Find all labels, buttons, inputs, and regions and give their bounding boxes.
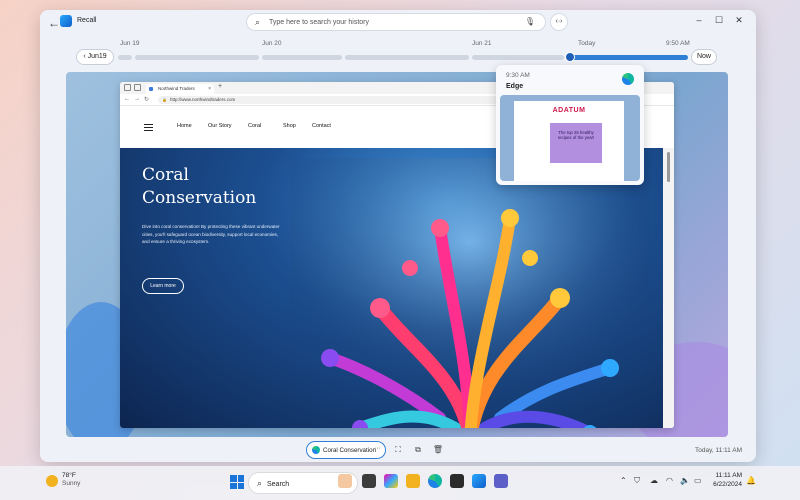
timeline-segment[interactable] <box>345 55 469 60</box>
taskbar-search-label: Search <box>267 481 290 488</box>
coral-image <box>290 158 650 428</box>
edge-icon <box>312 446 320 454</box>
previous-date-button[interactable]: ‹ Jun19 <box>76 49 114 65</box>
shield-icon[interactable]: ⛉ <box>634 476 640 486</box>
clock-time[interactable]: 11:11 AM <box>704 472 743 479</box>
hero-body: Dive into coral conservation! By protect… <box>142 224 280 244</box>
nav-link-home: Home <box>177 123 192 129</box>
forward-icon: → <box>134 96 140 102</box>
preview-time: 9:30 AM <box>506 72 530 79</box>
now-button[interactable]: Now <box>691 49 717 65</box>
tab-actions-icon <box>134 84 141 91</box>
refresh-icon: ↻ <box>144 97 150 103</box>
timeline-segment[interactable] <box>472 55 564 60</box>
copilot-icon[interactable] <box>384 474 398 488</box>
timeline-label: Jun 19 <box>120 40 140 47</box>
search-icon: ⌕ <box>257 478 263 488</box>
timeline-scrubber[interactable] <box>565 52 575 62</box>
scrollbar-thumb <box>667 152 670 182</box>
teams-icon[interactable] <box>494 474 508 488</box>
timeline-label: 9:50 AM <box>666 40 690 47</box>
copilot-highlight-icon[interactable] <box>338 474 352 488</box>
profile-icon <box>124 84 131 91</box>
preview-page: ADATUM The top 25 healthy recipes of the… <box>514 101 624 181</box>
title-bar: ← Recall ⌕ Type here to search your hist… <box>40 10 756 36</box>
menu-icon <box>144 124 153 131</box>
nav-link-coral: Coral <box>248 123 262 129</box>
recall-app-icon <box>60 15 72 27</box>
back-icon: ← <box>124 96 130 102</box>
preview-thumbnail: ADATUM The top 25 healthy recipes of the… <box>500 95 640 181</box>
scrollbar <box>663 148 674 428</box>
battery-icon[interactable]: ▭ <box>694 476 702 485</box>
hero-section: Coral Conservation Dive into coral conse… <box>120 148 663 428</box>
recall-window: ← Recall ⌕ Type here to search your hist… <box>40 10 756 462</box>
chip-label: Coral Conservation <box>323 447 376 454</box>
timeline-segment-active[interactable] <box>570 55 688 60</box>
maximize-icon[interactable]: ☐ <box>712 15 726 26</box>
timeline-segment[interactable] <box>262 55 342 60</box>
cloud-icon[interactable]: ☁ <box>650 476 658 485</box>
edge-icon[interactable] <box>428 474 442 488</box>
recall-taskbar-icon[interactable] <box>472 474 486 488</box>
timeline-segment[interactable] <box>135 55 259 60</box>
timeline-segment[interactable] <box>118 55 132 60</box>
copy-icon[interactable]: ⧉ <box>412 444 424 456</box>
tab-title: Northwind Traders <box>158 86 195 91</box>
edge-icon <box>622 73 634 85</box>
url-text: http://www.northwindtraders.com <box>170 97 236 102</box>
preview-brand: ADATUM <box>552 107 586 114</box>
app-title: Recall <box>77 17 97 24</box>
code-toggle-icon[interactable]: ‹·› <box>550 13 568 31</box>
preview-card <box>550 123 602 163</box>
browser-tab: Northwind Traders × <box>146 84 214 94</box>
microphone-icon[interactable]: 🎙 <box>525 17 535 26</box>
learn-more-button: Learn more <box>142 278 184 294</box>
search-placeholder: Type here to search your history <box>269 19 369 26</box>
notification-bell-icon[interactable]: 🔔 <box>746 476 756 485</box>
minimize-icon[interactable]: – <box>692 15 706 25</box>
close-icon[interactable]: ✕ <box>732 15 746 26</box>
hero-title: Coral Conservation <box>142 165 257 208</box>
lock-icon: 🔒 <box>162 97 167 102</box>
clock-date[interactable]: 6/22/2024 <box>704 481 742 488</box>
snapshot-preview-card[interactable]: 9:30 AM Edge ADATUM The top 25 healthy r… <box>496 65 644 185</box>
search-icon: ⌕ <box>255 17 261 27</box>
chevron-up-icon[interactable]: ⌃ <box>620 476 627 485</box>
task-view-icon[interactable] <box>362 474 376 488</box>
store-icon[interactable] <box>450 474 464 488</box>
app-chip[interactable]: Coral Conservation ··· <box>306 441 386 459</box>
timeline-label: Jun 21 <box>472 40 492 47</box>
close-tab-icon: × <box>208 86 211 92</box>
delete-icon[interactable]: 🗑 <box>432 444 444 456</box>
weather-condition[interactable]: Sunny <box>62 480 80 487</box>
more-options-icon[interactable]: ··· <box>374 445 381 452</box>
weather-temperature[interactable]: 78°F <box>62 472 76 479</box>
windows-start-icon[interactable] <box>230 475 244 489</box>
nav-link-contact: Contact <box>312 123 331 129</box>
snapshot-timestamp: Today, 11:11 AM <box>695 447 742 454</box>
file-explorer-icon[interactable] <box>406 474 420 488</box>
preview-app-name: Edge <box>506 83 524 90</box>
preview-card-text: The top 25 healthy recipes of the year! <box>557 130 595 141</box>
date-label: Jun19 <box>87 53 107 60</box>
timeline-label: Jun 20 <box>262 40 282 47</box>
wifi-icon[interactable]: ◠ <box>666 476 673 485</box>
sun-icon[interactable] <box>46 475 58 487</box>
search-box[interactable]: ⌕ Type here to search your history 🎙 <box>246 13 546 31</box>
volume-icon[interactable]: 🔈 <box>680 476 690 485</box>
favicon-icon <box>149 87 153 91</box>
screenshot-icon[interactable]: ⛶ <box>392 444 404 456</box>
timeline-label: Today <box>578 40 596 47</box>
new-tab-icon: + <box>218 83 223 90</box>
taskbar: 78°F Sunny ⌕ Search ⌃ ⛉ ☁ ◠ 🔈 ▭ 11:11 AM… <box>0 466 800 500</box>
nav-link-our-story: Our Story <box>208 123 232 129</box>
nav-link-shop: Shop <box>283 123 296 129</box>
